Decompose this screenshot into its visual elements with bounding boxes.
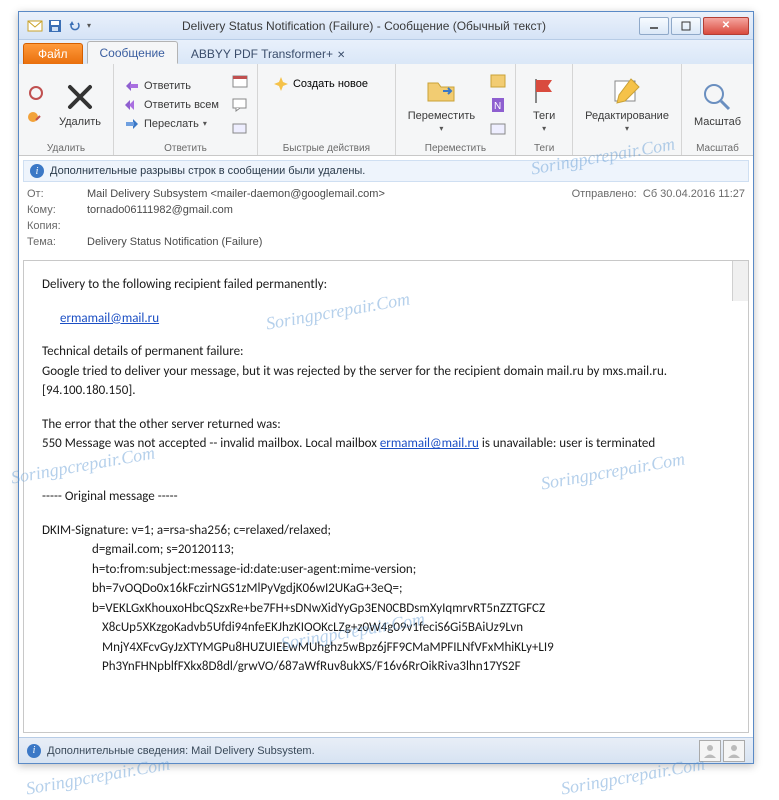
tab-file[interactable]: Файл <box>23 43 83 64</box>
dkim-line: d=gmail.com; s=20120113; <box>42 540 730 560</box>
reply-all-button[interactable]: Ответить всем <box>120 96 223 114</box>
error-header: The error that the other server returned… <box>42 415 730 435</box>
minimize-button[interactable] <box>639 17 669 35</box>
group-tags-title: Теги <box>522 141 566 154</box>
undo-icon[interactable] <box>67 18 83 34</box>
dkim-line: MnjY4XFcvGyJzXTYMGPu8HUZUIEEwMUhghz5wBpz… <box>42 638 730 658</box>
quick-create-new[interactable]: Создать новое <box>264 72 377 96</box>
group-edit-title <box>579 141 675 154</box>
from-value: Mail Delivery Subsystem <mailer-daemon@g… <box>87 188 532 200</box>
move-folder-icon <box>425 75 457 107</box>
titlebar: ▾ Delivery Status Notification (Failure)… <box>19 12 753 40</box>
forward-label: Переслать <box>144 118 199 130</box>
dkim-line: Ph3YnFHNpblfFXkx8D8dl/grwVO/687aWfRuv8uk… <box>42 657 730 677</box>
tech-header: Technical details of permanent failure: <box>42 342 730 362</box>
tags-label: Теги <box>533 110 555 122</box>
reply-all-icon <box>124 97 140 113</box>
body-line-fail: Delivery to the following recipient fail… <box>42 275 730 295</box>
ribbon: Удалить Удалить Ответить Ответить всем П… <box>19 64 753 156</box>
status-bar: i Дополнительные сведения: Mail Delivery… <box>19 737 753 763</box>
maximize-button[interactable] <box>671 17 701 35</box>
dkim-line: X8cUp5XKzgoKadvb5Ufdi94nfeEKJhzKIOOKcLZg… <box>42 618 730 638</box>
message-headers: От: Mail Delivery Subsystem <mailer-daem… <box>19 182 753 254</box>
edit-button[interactable]: Редактирование▾ <box>579 73 675 136</box>
rules-icon[interactable] <box>487 70 509 92</box>
err-part-b: is unavailable: user is terminated <box>479 436 655 451</box>
tab-message-label: Сообщение <box>100 46 165 60</box>
tab-abbyy[interactable]: ABBYY PDF Transformer+ ✕ <box>178 42 359 64</box>
junk-icon[interactable] <box>25 106 47 128</box>
info-text: Дополнительные разрывы строк в сообщении… <box>50 165 365 177</box>
original-marker: ----- Original message ----- <box>42 487 730 507</box>
dkim-line: DKIM-Signature: v=1; a=rsa-sha256; c=rel… <box>42 521 730 541</box>
im-icon[interactable] <box>229 94 251 116</box>
message-body[interactable]: Delivery to the following recipient fail… <box>23 260 749 733</box>
onenote-icon[interactable]: N <box>487 94 509 116</box>
reply-button[interactable]: Ответить <box>120 77 223 95</box>
sent-key: Отправлено: <box>572 188 637 200</box>
recipient-link[interactable]: ermamail@mail.ru <box>60 311 159 326</box>
mailbox-link[interactable]: ermamail@mail.ru <box>380 436 479 451</box>
err-part-a: 550 Message was not accepted -- invalid … <box>42 436 380 451</box>
sparkle-icon <box>273 76 289 92</box>
cc-key: Копия: <box>27 220 87 232</box>
edit-label: Редактирование <box>585 110 669 122</box>
edit-icon <box>611 75 643 107</box>
quick-create-label: Создать новое <box>293 78 368 90</box>
tab-abbyy-label: ABBYY PDF Transformer+ <box>191 47 333 61</box>
to-key: Кому: <box>27 204 87 216</box>
info-bar[interactable]: i Дополнительные разрывы строк в сообщен… <box>23 160 749 182</box>
zoom-label: Масштаб <box>694 116 741 128</box>
move-button[interactable]: Переместить▾ <box>402 73 481 136</box>
status-text: Дополнительные сведения: Mail Delivery S… <box>47 745 315 757</box>
magnifier-icon <box>701 81 733 113</box>
info-icon: i <box>30 164 44 178</box>
from-key: От: <box>27 188 87 200</box>
delete-icon <box>64 81 96 113</box>
save-icon[interactable] <box>47 18 63 34</box>
group-delete-title: Удалить <box>25 141 107 154</box>
error-detail: 550 Message was not accepted -- invalid … <box>42 434 730 454</box>
window-title: Delivery Status Notification (Failure) -… <box>91 19 637 33</box>
tab-close-icon[interactable]: ✕ <box>337 50 345 61</box>
mail-icon <box>27 18 43 34</box>
subject-key: Тема: <box>27 236 87 248</box>
ruler-icon[interactable] <box>732 261 748 301</box>
tags-button[interactable]: Теги▾ <box>522 73 566 136</box>
flag-icon <box>528 75 560 107</box>
tab-message[interactable]: Сообщение <box>87 41 178 64</box>
avatar-sender[interactable] <box>699 740 721 762</box>
forward-button[interactable]: Переслать ▾ <box>120 115 223 133</box>
tech-detail: Google tried to deliver your message, bu… <box>42 362 730 401</box>
sent-value: Сб 30.04.2016 11:27 <box>643 188 745 200</box>
forward-icon <box>124 116 140 132</box>
subject-value: Delivery Status Notification (Failure) <box>87 236 745 248</box>
delete-label: Удалить <box>59 116 101 128</box>
group-respond-title: Ответить <box>120 141 251 154</box>
meeting-icon[interactable] <box>229 70 251 92</box>
zoom-button[interactable]: Масштаб <box>688 79 747 130</box>
dkim-line: b=VEKLGxKhouxoHbcQSzxRe+be7FH+sDNwXidYyG… <box>42 599 730 619</box>
svg-text:N: N <box>494 101 501 112</box>
dkim-line: h=to:from:subject:message-id:date:user-a… <box>42 560 730 580</box>
move-label: Переместить <box>408 110 475 122</box>
to-value: tornado06111982@gmail.com <box>87 204 745 216</box>
group-quick-title: Быстрые действия <box>264 141 389 154</box>
ignore-icon[interactable] <box>25 82 47 104</box>
more-respond-icon[interactable] <box>229 118 251 140</box>
group-move-title: Переместить <box>402 141 509 154</box>
reply-label: Ответить <box>144 80 191 92</box>
info-icon: i <box>27 744 41 758</box>
group-zoom-title: Масштаб <box>688 141 747 154</box>
avatar-recipient[interactable] <box>723 740 745 762</box>
ribbon-tabs: Файл Сообщение ABBYY PDF Transformer+ ✕ <box>19 40 753 64</box>
reply-all-label: Ответить всем <box>144 99 219 111</box>
dkim-line: bh=7vOQDo0x16kFczirNGS1zMlPyVgdjK06wI2UK… <box>42 579 730 599</box>
delete-button[interactable]: Удалить <box>53 79 107 130</box>
cc-value <box>87 220 745 232</box>
actions-icon[interactable] <box>487 118 509 140</box>
close-button[interactable]: ✕ <box>703 17 749 35</box>
reply-icon <box>124 78 140 94</box>
